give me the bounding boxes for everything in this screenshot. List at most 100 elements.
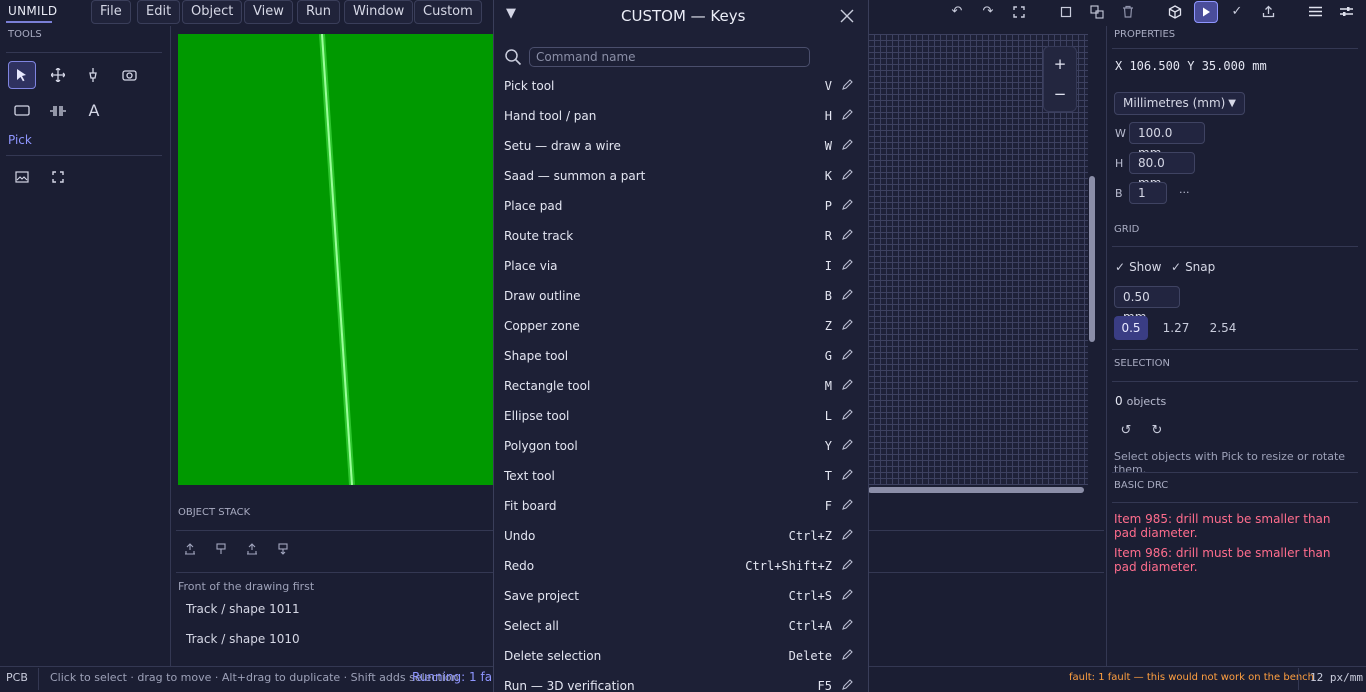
menu-run[interactable]: Run — [297, 0, 340, 24]
edit-pencil-icon[interactable] — [842, 349, 854, 363]
shortcut-row[interactable]: Hand tool / pan H — [494, 102, 868, 132]
grid-preset-2-54[interactable]: 2.54 — [1205, 316, 1241, 340]
bring-forward-icon[interactable] — [212, 543, 230, 561]
shortcut-row[interactable]: Copper zone Z — [494, 312, 868, 342]
close-icon[interactable] — [840, 5, 854, 28]
shortcut-row[interactable]: Run — 3D verification F5 — [494, 672, 868, 692]
shortcut-row[interactable]: Pick tool V — [494, 72, 868, 102]
drc-error[interactable]: Item 986: drill must be smaller than pad… — [1114, 546, 1346, 574]
bring-front-icon[interactable] — [181, 543, 199, 561]
pick-tool-button[interactable] — [8, 61, 36, 89]
shortcut-row[interactable]: Saad — summon a part K — [494, 162, 868, 192]
send-back-icon[interactable] — [274, 543, 292, 561]
menu-file[interactable]: File — [91, 0, 131, 24]
menu-icon[interactable] — [1303, 1, 1327, 23]
frame-icon[interactable] — [1054, 1, 1078, 23]
search-icon — [505, 49, 522, 66]
shortcut-row[interactable]: Place via I — [494, 252, 868, 282]
edit-pencil-icon[interactable] — [842, 379, 854, 393]
shortcut-row[interactable]: Place pad P — [494, 192, 868, 222]
edit-pencil-icon[interactable] — [842, 229, 854, 243]
command-search-input[interactable] — [529, 47, 810, 67]
menu-custom[interactable]: Custom — [414, 0, 482, 24]
edit-pencil-icon[interactable] — [842, 409, 854, 423]
shortcut-row[interactable]: Polygon tool Y — [494, 432, 868, 462]
shortcut-row[interactable]: Route track R — [494, 222, 868, 252]
edit-pencil-icon[interactable] — [842, 679, 854, 692]
component-tool-button[interactable] — [44, 97, 72, 125]
shortcut-row[interactable]: Delete selection Delete — [494, 642, 868, 672]
width-field[interactable]: 100.0 mm — [1129, 122, 1205, 160]
edit-pencil-icon[interactable] — [842, 259, 854, 273]
edit-pencil-icon[interactable] — [842, 169, 854, 183]
group-icon[interactable] — [1085, 1, 1109, 23]
edit-pencil-icon[interactable] — [842, 499, 854, 513]
edit-pencil-icon[interactable] — [842, 289, 854, 303]
edit-pencil-icon[interactable] — [842, 649, 854, 663]
horizontal-scrollbar[interactable] — [868, 487, 1084, 493]
edit-pencil-icon[interactable] — [842, 79, 854, 93]
stack-item[interactable]: Track / shape 1011 — [186, 602, 300, 616]
stack-item[interactable]: Track / shape 1010 — [186, 632, 300, 646]
shortcut-row[interactable]: Fit board F — [494, 492, 868, 522]
edit-pencil-icon[interactable] — [842, 199, 854, 213]
edit-pencil-icon[interactable] — [842, 109, 854, 123]
zoom-out-button[interactable]: − — [1044, 79, 1076, 109]
shortcut-row[interactable]: Undo Ctrl+Z — [494, 522, 868, 552]
height-field[interactable]: 80.0 mm — [1129, 152, 1195, 190]
shortcut-row[interactable]: Rectangle tool M — [494, 372, 868, 402]
shortcut-row[interactable]: Redo Ctrl+Shift+Z — [494, 552, 868, 582]
text-tool-button[interactable]: A — [80, 97, 108, 125]
run-icon[interactable] — [1194, 1, 1218, 23]
b-field[interactable]: 1 — [1129, 182, 1167, 204]
more-button[interactable]: ··· — [1179, 186, 1190, 199]
grid-preset-1-27[interactable]: 1.27 — [1158, 316, 1194, 340]
shortcut-row[interactable]: Setu — draw a wire W — [494, 132, 868, 162]
camera-tool-button[interactable] — [116, 61, 144, 89]
shortcut-row[interactable]: Ellipse tool L — [494, 402, 868, 432]
fullscreen-icon[interactable] — [1007, 1, 1031, 23]
send-backward-icon[interactable] — [243, 543, 261, 561]
unit-select[interactable]: Millimetres (mm) ▼ — [1114, 92, 1245, 115]
grid-preset-0-5[interactable]: 0.5 — [1114, 316, 1148, 340]
redo-icon[interactable]: ↷ — [976, 1, 1000, 23]
drc-error[interactable]: Item 985: drill must be smaller than pad… — [1114, 512, 1346, 540]
edit-pencil-icon[interactable] — [842, 559, 854, 573]
menu-edit[interactable]: Edit — [137, 0, 181, 24]
rotate-left-icon[interactable]: ↺ — [1114, 420, 1138, 442]
vertical-scrollbar[interactable] — [1089, 176, 1095, 342]
collapse-icon[interactable]: ▼ — [506, 6, 516, 21]
shortcut-row[interactable]: Save project Ctrl+S — [494, 582, 868, 612]
fit-tool-button[interactable] — [44, 163, 72, 191]
trash-icon[interactable] — [1116, 1, 1140, 23]
edit-pencil-icon[interactable] — [842, 529, 854, 543]
image-tool-button[interactable] — [8, 163, 36, 191]
edit-pencil-icon[interactable] — [842, 439, 854, 453]
check-icon[interactable]: ✓ — [1225, 1, 1249, 23]
grid-show-checkbox[interactable]: ✓ Show — [1115, 260, 1161, 274]
menu-object[interactable]: Object — [182, 0, 243, 24]
edit-pencil-icon[interactable] — [842, 139, 854, 153]
sliders-icon[interactable] — [1334, 1, 1358, 23]
grid-snap-checkbox[interactable]: ✓ Snap — [1171, 260, 1215, 274]
cube-icon[interactable] — [1163, 1, 1187, 23]
probe-tool-button[interactable] — [79, 61, 107, 89]
edit-pencil-icon[interactable] — [842, 319, 854, 333]
rotate-right-icon[interactable]: ↻ — [1145, 420, 1169, 442]
shortcut-row[interactable]: Draw outline B — [494, 282, 868, 312]
edit-pencil-icon[interactable] — [842, 469, 854, 483]
menu-window[interactable]: Window — [344, 0, 414, 24]
export-icon[interactable] — [1256, 1, 1280, 23]
rectangle-tool-button[interactable] — [8, 97, 36, 125]
menu-view[interactable]: View — [244, 0, 293, 24]
zoom-in-button[interactable]: + — [1044, 49, 1076, 79]
shortcut-row[interactable]: Shape tool G — [494, 342, 868, 372]
edit-pencil-icon[interactable] — [842, 589, 854, 603]
undo-icon[interactable]: ↶ — [945, 1, 969, 23]
pcb-canvas[interactable] — [178, 34, 494, 485]
move-tool-button[interactable] — [44, 61, 72, 89]
shortcut-row[interactable]: Select all Ctrl+A — [494, 612, 868, 642]
grid-size-field[interactable]: 0.50 mm — [1114, 286, 1180, 324]
shortcut-row[interactable]: Text tool T — [494, 462, 868, 492]
edit-pencil-icon[interactable] — [842, 619, 854, 633]
